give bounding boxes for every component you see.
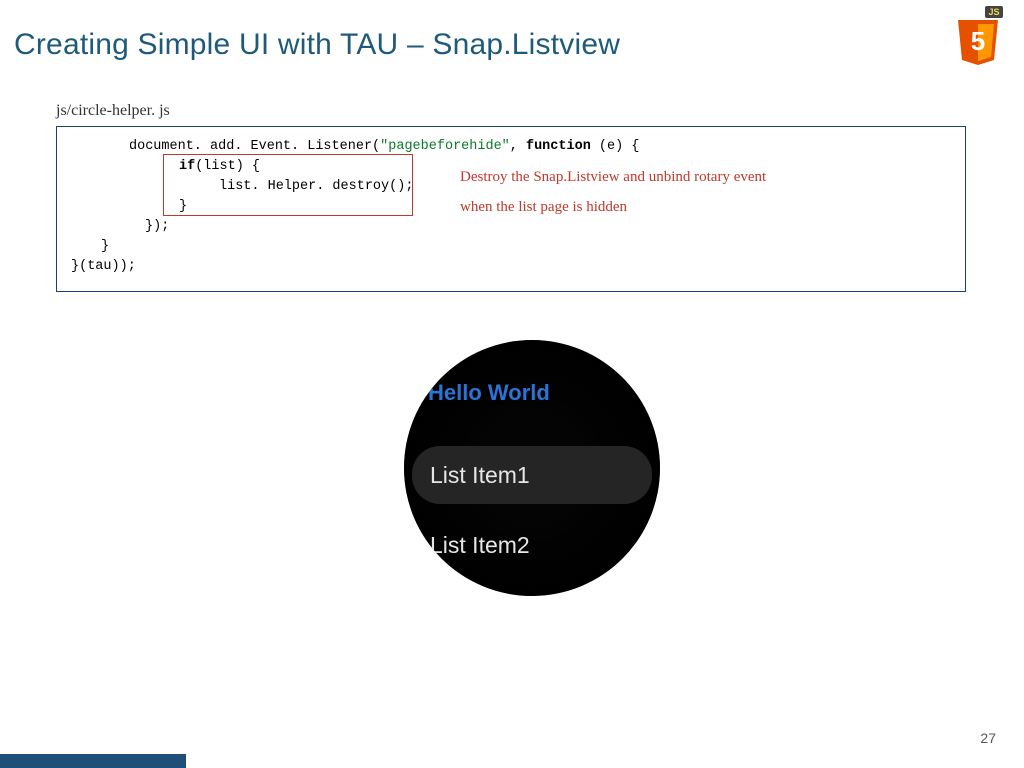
html5-five: 5 xyxy=(971,26,985,56)
code-keyword-function: function xyxy=(526,139,591,154)
page-number: 27 xyxy=(980,730,996,746)
js-badge-text: JS xyxy=(988,7,999,17)
file-path-label: js/circle-helper. js xyxy=(56,102,170,120)
list-item-1-label: List Item1 xyxy=(430,462,530,489)
watch-header: Hello World xyxy=(428,380,550,406)
list-item-2[interactable]: List Item2 xyxy=(412,516,652,574)
code-line-1-pre: document. add. Event. Listener( xyxy=(129,139,380,154)
annotation-text: Destroy the Snap.Listview and unbind rot… xyxy=(460,164,766,220)
watch-face: Hello World List Item1 List Item2 xyxy=(404,340,660,596)
html5-js-logo: JS 5 xyxy=(952,6,1004,66)
code-line-destroy: list. Helper. destroy(); xyxy=(219,179,413,194)
code-string-pagebeforehide: "pagebeforehide" xyxy=(380,139,510,154)
footer-accent-bar xyxy=(0,754,186,768)
code-keyword-if: if xyxy=(179,159,195,174)
list-item-2-label: List Item2 xyxy=(430,532,530,559)
annotation-line-2: when the list page is hidden xyxy=(460,194,766,220)
annotation-line-1: Destroy the Snap.Listview and unbind rot… xyxy=(460,164,766,190)
list-item-1[interactable]: List Item1 xyxy=(412,446,652,504)
page-title: Creating Simple UI with TAU – Snap.Listv… xyxy=(14,28,620,62)
